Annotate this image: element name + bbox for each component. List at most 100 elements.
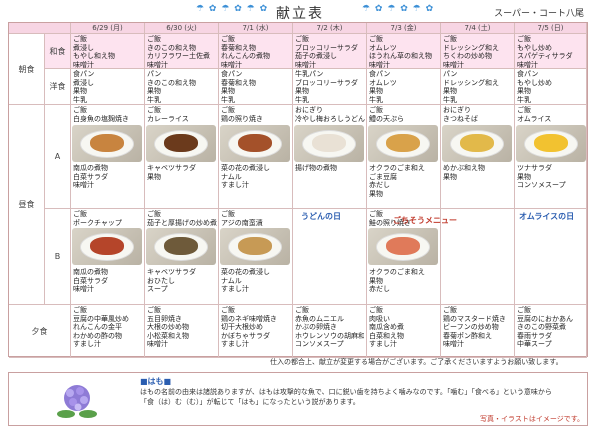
change-notice: 仕入の都合上、献立が変更する場合がございます。ご了承くださいますようお願い致しま…	[270, 358, 563, 366]
dish-item: 鶏のマスタード焼き	[443, 314, 506, 323]
dish-list: ご飯 ドレッシング和え ちくわの炒め物 味噌汁	[441, 34, 514, 68]
dish-item: 茄子の煮浸し	[295, 52, 337, 61]
dish-item: 赤だし	[369, 181, 390, 190]
dish-item: 味噌汁	[221, 60, 242, 69]
dish-item: 果物	[369, 87, 383, 96]
dish-list: おにぎり きつねそば	[441, 105, 480, 124]
dish-item: きのこの和え物	[147, 78, 196, 87]
dish-item: 白菜サラダ	[73, 172, 108, 181]
lunch-a-cell: ご飯 オムライスツナサラダ 果物 コンソメスープ	[515, 105, 587, 209]
dish-list: ご飯 煮浸し もやし和え物 味噌汁	[71, 34, 144, 68]
dish-item: 白身魚の塩麹焼き	[73, 114, 129, 123]
dish-list: ご飯 オムライス	[515, 105, 553, 124]
date-row-corner	[9, 23, 71, 34]
dish-list: おにぎり 冷やし梅おろしうどん	[293, 105, 366, 124]
lunch-a-cell: ご飯 カレーライス キャベツサラダ 果物	[145, 105, 219, 209]
dish-item: ドレッシング和え	[443, 43, 499, 52]
dish-list: ご飯 茄子と厚揚げの炒め煮	[145, 209, 218, 228]
dinner-cell: ご飯 豆腐の中華風炒め れんこんの金平 わかめの酢の物 すまし汁	[71, 305, 145, 358]
dish-list: 食パン 春菊和え物 果物 牛乳	[219, 69, 292, 104]
store-name: スーパー・コート八尾	[494, 9, 584, 19]
dish-photo	[146, 125, 216, 162]
dish-item: ご飯	[73, 210, 87, 218]
gochisou-menu-callout: ごちそうメニュー	[393, 216, 457, 225]
dish-item: オムレツ	[369, 78, 397, 87]
dish-item: 果物	[443, 172, 457, 181]
dish-list: ご飯 ポークチャップ	[71, 209, 124, 228]
dinner-cell: ご飯 鶏のネギ味噌焼き 切干大根炒め かぼちゃサラダ すまし汁	[219, 305, 293, 358]
dish-item: アジの南蛮漬	[221, 218, 263, 227]
dish-item: 果物	[369, 276, 383, 285]
breakfast-washoku-cell: ご飯 きのこの和え物 カリフラワー土佐煮 味噌汁	[145, 34, 219, 69]
dish-item: コンソメスープ	[517, 181, 566, 190]
dish-item: ポークチャップ	[73, 218, 122, 227]
dish-item: 牛乳	[443, 95, 457, 104]
dish-photo	[72, 228, 142, 265]
dish-item: ほうれん草の和え物	[369, 52, 432, 61]
dish-photo	[442, 125, 512, 162]
dish-item: きのこの野菜煮	[517, 323, 566, 332]
dish-item: 味噌汁	[147, 60, 168, 69]
dinner-label: 夕食	[9, 305, 71, 358]
dish-item: 味噌汁	[73, 285, 94, 294]
dish-item: 味噌汁	[517, 60, 538, 69]
dish-list: 牛乳パン ブロッコリーサラダ 果物 牛乳	[293, 69, 366, 104]
dish-item: ナムル	[221, 172, 242, 181]
dish-item: かぼちゃサラダ	[221, 331, 270, 340]
dish-item: コンソメスープ	[295, 340, 344, 349]
date-label: 6/29 (月)	[71, 23, 145, 34]
dish-item: すまし汁	[221, 340, 249, 349]
dish-item: 赤だし	[369, 285, 390, 294]
dish-item: ご飯	[221, 210, 235, 218]
dinner-cell: ご飯 鶏のマスタード焼き ビーフンの炒め物 春菊ポン酢和え 味噌汁	[441, 305, 515, 358]
dish-item: ご飯	[369, 306, 383, 314]
breakfast-yoshoku-cell: 食パン 煮浸し 果物 牛乳	[71, 69, 145, 105]
dish-item: ご飯	[295, 306, 309, 314]
breakfast-washoku-cell: ご飯 オムレツ ほうれん草の和え物 味噌汁	[367, 34, 441, 69]
hydrangea-icon	[57, 385, 97, 418]
dish-item: 白菜和え物	[369, 331, 404, 340]
lunch-a-cell: ご飯 白身魚の塩麹焼き 南瓜の煮物 白菜サラダ 味噌汁	[71, 105, 145, 209]
dish-item: 牛乳	[221, 95, 235, 104]
dish-list: ご飯 オムレツ ほうれん草の和え物 味噌汁	[367, 34, 440, 69]
dish-photo	[72, 125, 142, 162]
dish-list: 南瓜の煮物 白菜サラダ 味噌汁	[71, 163, 110, 191]
dish-list: ツナサラダ 果物 コンソメスープ	[515, 163, 568, 191]
dish-list: 揚げ物の煮物	[293, 163, 339, 174]
dish-item: 果物	[517, 87, 531, 96]
dish-list: ご飯 もやし炒め スパゲティサラダ 味噌汁	[515, 34, 586, 69]
dish-list: キャベツサラダ 果物	[145, 163, 198, 182]
dish-list: ご飯 鶏のマスタード焼き ビーフンの炒め物 春菊ポン酢和え 味噌汁	[441, 305, 514, 350]
dish-item: 果物	[73, 87, 87, 96]
dish-list: オクラのごま和え 果物 赤だし	[367, 267, 427, 295]
dish-item: パン	[147, 70, 162, 78]
dish-item: ご飯	[221, 106, 235, 114]
dish-list: ご飯 きのこの和え物 カリフラワー土佐煮 味噌汁	[145, 34, 218, 69]
dish-list: ご飯 鱧の天ぷら	[367, 105, 406, 124]
dish-item: ホウレンソウの胡麻和え	[295, 331, 364, 340]
dish-item: 味噌汁	[369, 60, 390, 69]
dish-item: ご飯	[221, 306, 235, 314]
header: ☂ ✿ ☂ ✿ ☂ ✿ 献立表 ☂ ✿ ☂ ✿ ☂ ✿ スーパー・コート八尾	[0, 0, 600, 22]
dish-item: オムレツ	[369, 43, 397, 52]
dish-item: おひたし	[147, 276, 175, 285]
dish-list: 菜の花の煮浸し ナムル すまし汁	[219, 267, 272, 295]
breakfast-yoshoku-cell: 牛乳パン ブロッコリーサラダ 果物 牛乳	[293, 69, 367, 105]
dish-photo	[368, 228, 438, 265]
photo-note: 写真・イラストはイメージです。	[479, 415, 584, 423]
dish-list: 食パン 煮浸し 果物 牛乳	[71, 69, 144, 104]
dish-item: 大根の炒め物	[147, 323, 189, 332]
date-label: 7/2 (木)	[293, 23, 367, 34]
dish-item: めかぶ和え物	[443, 164, 485, 172]
lunch-b-cell: ご飯 アジの南蛮漬菜の花の煮浸し ナムル すまし汁	[219, 209, 293, 305]
breakfast-washoku-cell: ご飯 ドレッシング和え ちくわの炒め物 味噌汁	[441, 34, 515, 69]
dish-item: 南瓜の煮物	[73, 268, 108, 276]
udon-day-callout: うどんの日	[301, 212, 341, 221]
dish-item: 果物	[221, 87, 235, 96]
washoku-label: 和食	[45, 34, 71, 69]
umbrella-decoration-right: ☂ ✿ ☂ ✿ ☂ ✿	[362, 4, 435, 14]
dish-item: 味噌汁	[73, 181, 94, 190]
dish-item: わかめの酢の物	[73, 331, 122, 340]
date-label: 7/1 (水)	[219, 23, 293, 34]
dish-item: 果物	[517, 172, 531, 181]
